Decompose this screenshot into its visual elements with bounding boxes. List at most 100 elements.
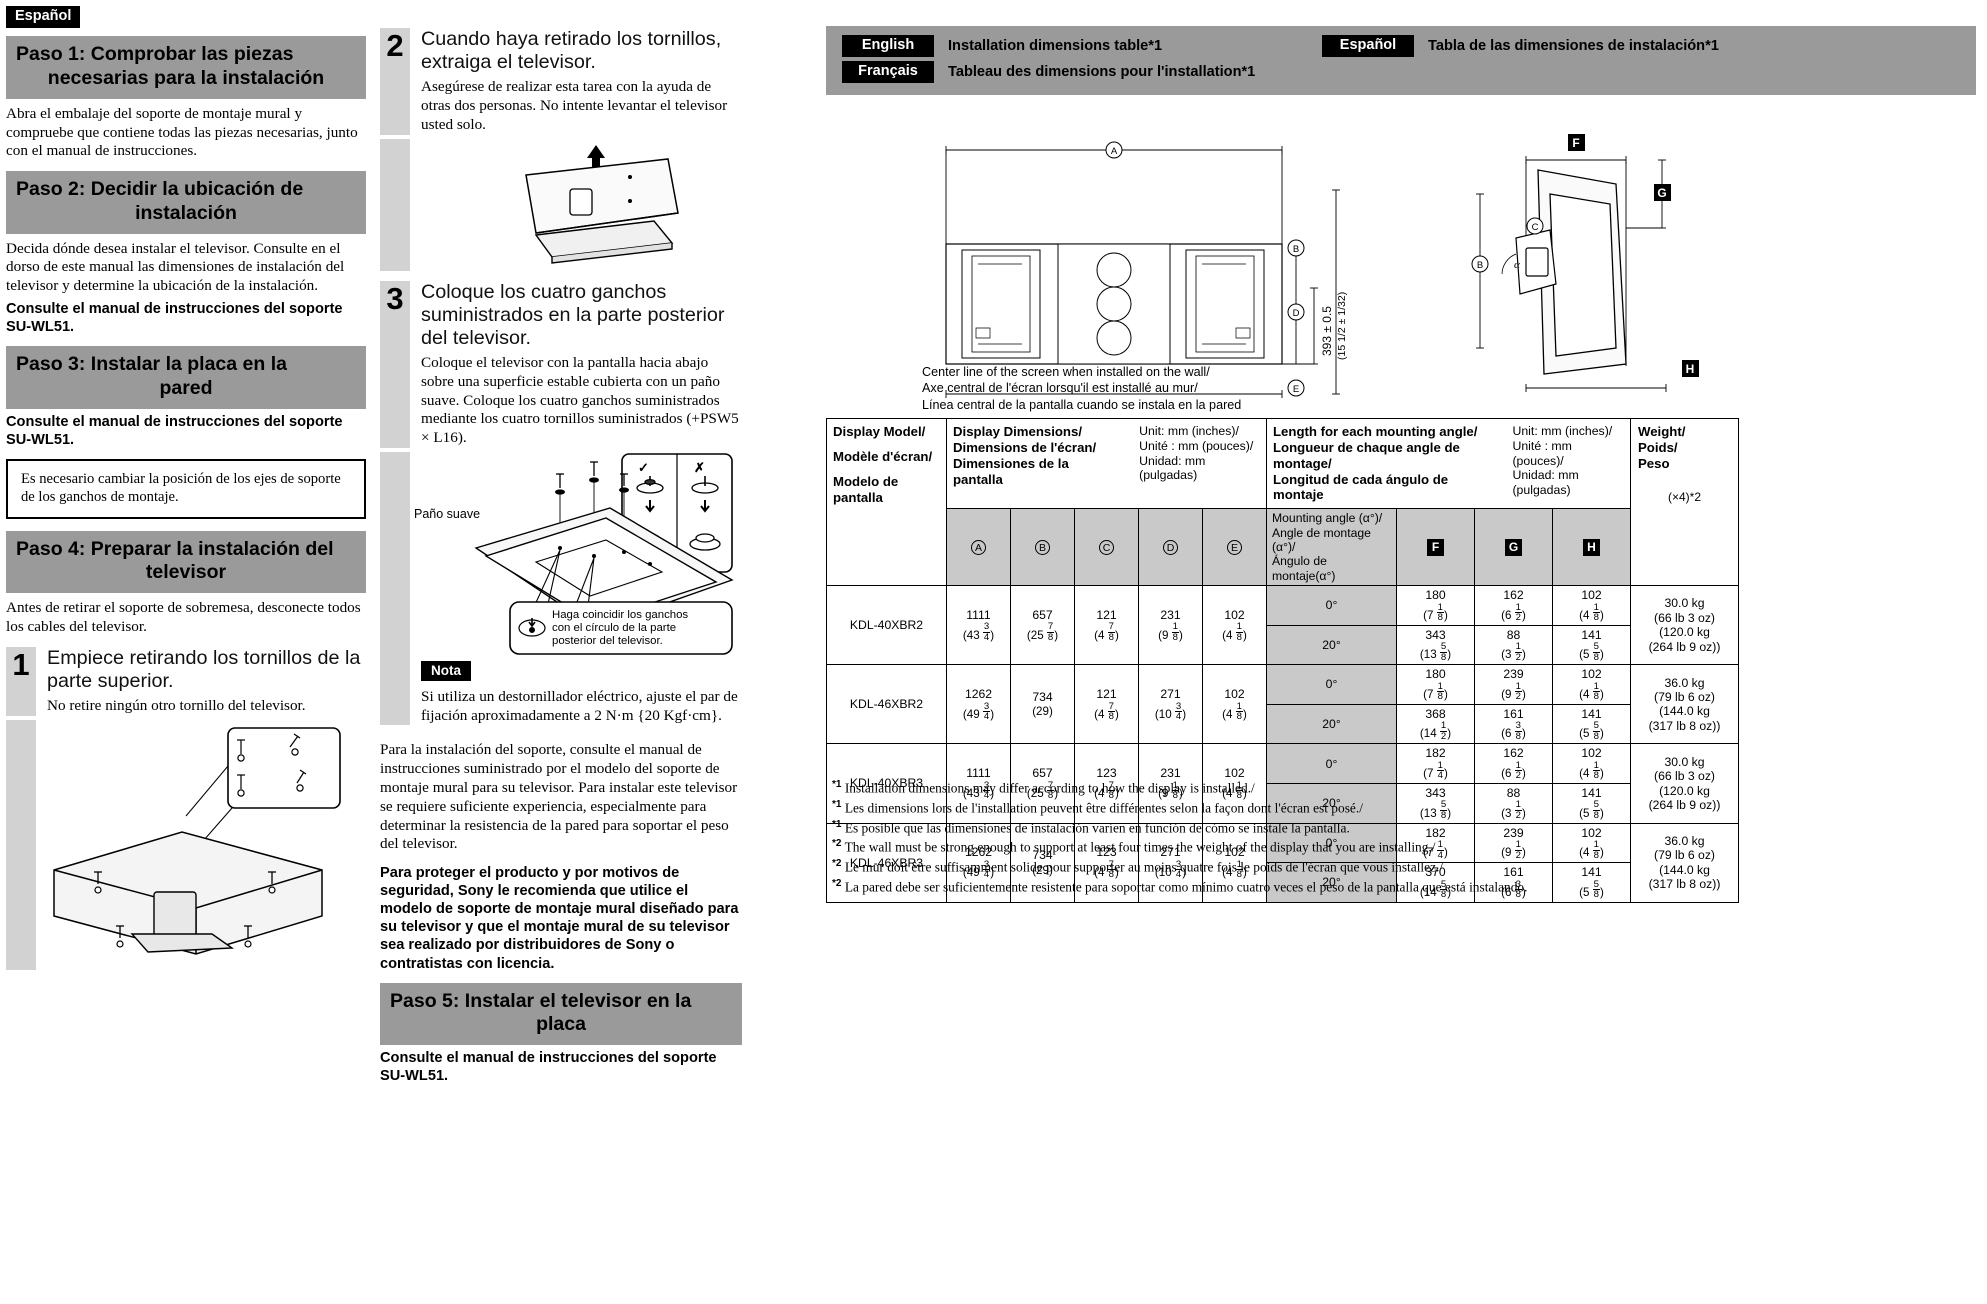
header-dims-unit-fr: Unité : mm (pouces)/ [1139,438,1254,453]
nota-block: Nota Si utiliza un destornillador eléctr… [380,656,742,726]
circle-marker-E: E [1227,539,1242,555]
cell-length: 141 (5 5 8) [1552,703,1631,745]
header-length-unit-es: Unidad: mm (pulgadas) [1512,468,1579,497]
center-line-caption-es: Línea central de la pantalla cuando se i… [922,397,1242,412]
step4-substep-sub: No retire ningún otro tornillo del telev… [47,697,306,715]
cell-mounting-angle: 20° [1266,624,1397,666]
tv-rear-screws-illustration [53,726,341,955]
step2-body: Decida dónde desea instalar el televisor… [6,239,345,295]
cell-weight: 30.0 kg (66 lb 3 oz) (120.0 kg (264 lb 9 oz… [1630,585,1739,666]
step1-body: Abra el embalaje del soporte de montaje … [6,104,358,160]
banner-row-francais: Français Tableau des dimensions pour l'i… [842,61,1322,84]
step3-heading-line1: Paso 3: Instalar la placa en la [16,353,287,376]
step-rail-filler-3 [380,451,410,657]
svg-text:G: G [1657,186,1666,200]
step1-heading-line3: instalación [222,67,325,89]
step-number-1: 1 [6,646,36,716]
step-rail-filler-2 [380,138,410,271]
callout-line-3: posterior del televisor. [552,635,663,647]
square-marker-H: H [1583,538,1600,556]
callout-line-1: Haga coincidir los ganchos [552,609,688,621]
banner-text-english: Installation dimensions table*1 [948,38,1163,55]
header-length-es: Longitud de cada ángulo de montaje [1273,471,1449,503]
footnote-text-3: Es posible que las dimensiones de instal… [844,820,1350,835]
table-row: KDL-46XBR2 1262 (49 3 4) 734 (29) 121 (4 7 8) 271… [826,664,1739,745]
cell-length: 162 (6 1 2) [1474,585,1553,626]
substep-2-title: Cuando haya retirado los tornillos, extr… [421,28,722,74]
cell-length: 368 (14 1 2) [1396,703,1475,745]
header-length-unit-fr: Unité : mm (pouces)/ [1512,438,1572,468]
step4-body: Antes de retirar el soporte de sobremesa… [6,599,361,635]
dimensions-panel: English Installation dimensions table*1 … [826,26,1976,903]
cell-mounting-angle: 0° [1266,585,1397,626]
tv-lift-illustration [525,144,679,264]
header-angle-en: Mounting angle (α°)/ [1272,511,1383,526]
footnote-text-4: The wall must be strong enough to suppor… [844,839,1436,855]
cell-dim: 1262 (49 3 4) [946,664,1011,745]
banner-row-english: English Installation dimensions table*1 [842,35,1322,58]
header-length: Length for each mounting angle/ Longueur… [1266,417,1631,510]
step5-heading: Paso 5: Instalar el televisor en la plac… [380,982,742,1046]
footnote-6: *2 La pared debe ser suficientemente res… [832,877,1527,897]
cell-model: KDL-46XBR2 [826,664,947,745]
step5-bold-note: Consulte el manual de instrucciones del … [380,1050,717,1085]
cloth-label: Paño suave [414,507,480,521]
header-dims-es: Dimensiones de la pantalla [953,455,1069,487]
cell-length: 343 (13 5 8) [1396,624,1475,666]
cell-length: 88 (3 1 2) [1474,624,1553,666]
step4-heading-line2: televisor [145,561,227,584]
step-number-3: 3 [380,280,410,448]
header-dims-en: Display Dimensions/ [953,424,1082,439]
table-row: KDL-40XBR2 1111 (43 3 4) 657 (25 7 8) 121 (4 7 8)… [826,585,1739,666]
language-badge: Español [6,6,81,29]
closing-bold: Para proteger el producto y por motivos … [380,865,739,972]
square-marker-G: G [1505,538,1522,556]
header-angle-es: Ángulo de montaje(α°) [1272,554,1336,583]
table-header-row-2: A B C D E Mounting angle (α°)/ Angle de … [827,508,1739,587]
cell-weight: 36.0 kg (79 lb 6 oz) (144.0 kg (317 lb 8 oz… [1630,664,1739,745]
svg-text:F: F [1572,136,1579,150]
figure-hooks: ✓ ✗ Paño suave Haga coincidir los gancho… [380,451,742,657]
footnote-mark-3: *1 [832,818,842,830]
vertical-dimension-393-inches: (15 1/2 ± 1/32) [1336,292,1348,360]
table-header-row-1: Display Model/ Modèle d'écran/ Modelo de… [826,417,1739,587]
instruction-column-2: 2 Cuando haya retirado los tornillos, ex… [380,0,742,1095]
circle-marker-D: D [1163,539,1178,555]
center-line-caption-fr: Axe central de l'écran lorsqu'il est ins… [922,381,1198,396]
marker-B-front: B [1293,244,1299,255]
cell-weight: 30.0 kg (66 lb 3 oz) (120.0 kg (264 lb 9 oz… [1630,743,1739,824]
header-col-E: E [1202,508,1267,587]
step1-heading-line2: necesarias para la [47,67,217,89]
header-col-H: H [1552,508,1631,587]
footnotes: *1 Installation dimensions may differ ac… [832,778,1527,897]
circle-marker-C: C [1099,539,1114,555]
banner-row-espanol: Español Tabla de las dimensiones de inst… [1322,35,1964,58]
step3-heading: Paso 3: Instalar la placa en la pared [6,346,366,409]
header-model-fr: Modèle d'écran/ [833,448,933,464]
cell-length: 180 (7 1 8) [1396,664,1475,705]
footnote-text-6: La pared debe ser suficientemente resist… [844,879,1528,895]
banner-text-espanol: Tabla de las dimensiones de instalación*… [1428,38,1719,55]
substep-3: 3 Coloque los cuatro ganchos suministrad… [380,280,742,448]
cell-length: 141 (5 5 8) [1552,783,1631,824]
cell-length: 239 (9 1 2) [1474,664,1553,705]
cell-length: 102 (4 1 8) [1552,585,1631,626]
hooks-illustration: ✓ ✗ Paño suave Haga coincidir los gancho… [414,453,734,655]
callout-line-2: con el círculo de la parte [552,622,676,634]
header-weight-multiplier: (×4)*2 [1667,489,1702,504]
footnote-mark-2: *1 [832,798,842,810]
cell-dim: 271 (10 3 4) [1138,664,1203,745]
substep-2: 2 Cuando haya retirado los tornillos, ex… [380,28,742,135]
angle-alpha: α [1514,259,1520,271]
header-weight-es: Peso [1638,455,1670,471]
footnote-mark-4: *2 [832,838,842,850]
header-mounting-angle: Mounting angle (α°)/ Angle de montage (α… [1266,508,1397,587]
nota-text: Si utiliza un destornillador eléctrico, … [421,687,738,724]
cell-weight: 36.0 kg (79 lb 6 oz) (144.0 kg (317 lb 8 oz… [1630,822,1739,903]
step3-heading-line2: pared [159,376,213,399]
substep-3-title: Coloque los cuatro ganchos suministrados… [421,280,725,349]
nota-badge: Nota [421,660,471,681]
marker-A: A [1111,146,1118,157]
check-mark-icon: ✓ [638,460,649,475]
step5-heading-line1: Paso 5: Instalar el televisor en la [390,989,692,1012]
